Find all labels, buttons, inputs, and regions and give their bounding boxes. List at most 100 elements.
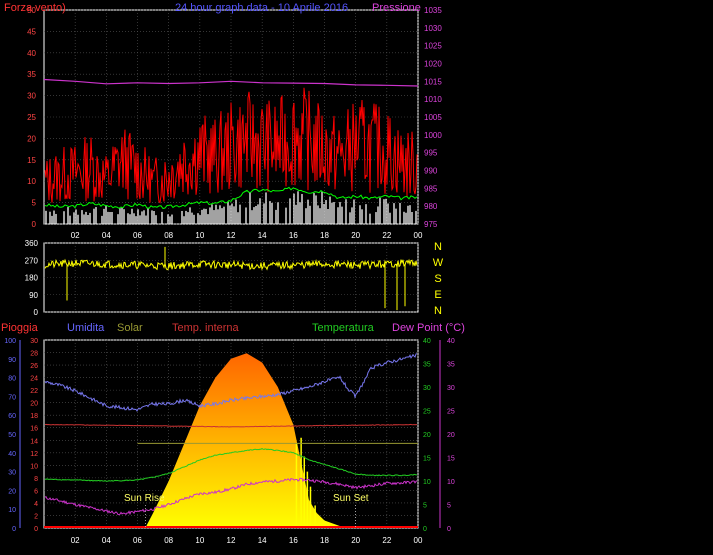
humidity-tick-label: 60 [8, 413, 16, 420]
pressure-tick-label: 975 [424, 220, 438, 229]
wind-tick-label: 35 [27, 70, 36, 79]
rain-tick-label: 22 [30, 388, 38, 395]
rain-tick-label: 18 [30, 413, 38, 420]
time-tick-label: 18 [320, 536, 329, 545]
dew-point-tick-label: 20 [447, 432, 455, 439]
temp-in-label: Temp. interna [172, 322, 240, 334]
rain-tick-label: 20 [30, 401, 38, 408]
dew-point-tick-label: 40 [447, 338, 455, 345]
dew-point-tick-label: 30 [447, 385, 455, 392]
time-tick-label: 16 [289, 536, 298, 545]
rain-label: Pioggia [1, 322, 39, 334]
rain-tick-label: 8 [34, 476, 38, 483]
temperature-tick-label: 10 [423, 479, 431, 486]
sun-set-annotation: Sun Set [333, 493, 369, 504]
rain-tick-label: 2 [34, 513, 38, 520]
compass-label-n: N [434, 241, 442, 253]
compass-label-w: W [433, 257, 444, 269]
compass-label-s: S [434, 273, 441, 285]
direction-tick-label: 360 [25, 239, 39, 248]
rain-tick-label: 4 [34, 501, 38, 508]
humidity-tick-label: 50 [8, 432, 16, 439]
pressure-tick-label: 985 [424, 184, 438, 193]
rain-tick-label: 6 [34, 488, 38, 495]
pressure-tick-label: 1000 [424, 131, 442, 140]
rain-tick-label: 14 [30, 438, 38, 445]
compass-labels: NWSEN [433, 241, 444, 317]
pressure-tick-label: 1025 [424, 42, 442, 51]
time-tick-label: 08 [164, 536, 173, 545]
humidity-tick-label: 70 [8, 394, 16, 401]
humidity-tick-label: 0 [12, 526, 16, 533]
dew-point-tick-label: 0 [447, 526, 451, 533]
pressure-tick-label: 1015 [424, 77, 442, 86]
wind-tick-label: 20 [27, 134, 36, 143]
weather-charts: 0510152025303540455097598098599099510001… [1, 2, 465, 545]
temperature-tick-label: 35 [423, 362, 431, 369]
wind-tick-label: 25 [27, 113, 36, 122]
time-tick-label: 20 [351, 536, 360, 545]
wind-direction-tick-labels: 0 90 180 270 360 [25, 239, 39, 317]
rain-tick-label: 24 [30, 376, 38, 383]
pressure-axis-label: Pressione [372, 2, 421, 14]
pressure-tick-label: 980 [424, 202, 438, 211]
rain-tick-label: 28 [30, 351, 38, 358]
time-tick-label: 06 [133, 536, 142, 545]
time-tick-label: 22 [382, 536, 391, 545]
pressure-tick-label: 1035 [424, 6, 442, 15]
temperature-tick-label: 25 [423, 409, 431, 416]
time-tick-label: 14 [258, 231, 267, 240]
temperature-tick-label: 30 [423, 385, 431, 392]
rain-tick-label: 30 [30, 338, 38, 345]
time-tick-label: 22 [382, 231, 391, 240]
dew-point-tick-label: 10 [447, 479, 455, 486]
time-tick-label: 10 [195, 536, 204, 545]
wind-tick-label: 45 [27, 27, 36, 36]
wind-tick-label: 10 [27, 177, 36, 186]
temperature-tick-label: 20 [423, 432, 431, 439]
time-tick-label: 12 [227, 231, 236, 240]
wind-pressure-panel: 0510152025303540455097598098599099510001… [4, 2, 442, 240]
chart-title: 24 hour graph data - 10 Aprile 2016 [175, 2, 348, 14]
wind-tick-label: 5 [32, 199, 37, 208]
dew-point-label: Dew Point (°C) [392, 322, 465, 334]
wind-tick-label: 15 [27, 156, 36, 165]
weather-panel: 0246810121416182022242628300102030405060… [1, 322, 465, 545]
temperature-tick-label: 5 [423, 503, 427, 510]
humidity-tick-label: 10 [8, 507, 16, 514]
rain-tick-label: 10 [30, 463, 38, 470]
wind-tick-label: 30 [27, 92, 36, 101]
humidity-tick-label: 80 [8, 376, 16, 383]
temperature-tick-label: 0 [423, 526, 427, 533]
time-tick-label: 00 [414, 536, 423, 545]
wind-direction-panel: 090180270360 NWSEN [25, 239, 444, 317]
humidity-tick-label: 30 [8, 470, 16, 477]
rain-tick-label: 12 [30, 451, 38, 458]
pressure-tick-label: 995 [424, 149, 438, 158]
direction-tick-label: 270 [25, 256, 39, 265]
wind-tick-label: 40 [27, 49, 36, 58]
direction-tick-label: 180 [25, 274, 39, 283]
sun-rise-annotation: Sun Rise [124, 493, 165, 504]
time-tick-label: 02 [71, 231, 80, 240]
pressure-tick-label: 1005 [424, 113, 442, 122]
humidity-tick-label: 100 [4, 338, 16, 345]
direction-tick-label: 0 [34, 308, 39, 317]
time-tick-label: 08 [164, 231, 173, 240]
humidity-tick-label: 20 [8, 488, 16, 495]
humidity-tick-label: 90 [8, 357, 16, 364]
time-tick-label: 04 [102, 231, 111, 240]
time-tick-label: 20 [351, 231, 360, 240]
time-tick-label: 04 [102, 536, 111, 545]
pressure-tick-label: 1010 [424, 95, 442, 104]
solar-label: Solar [117, 322, 143, 334]
compass-label-n: N [434, 305, 442, 317]
dew-point-tick-label: 25 [447, 409, 455, 416]
direction-tick-label: 90 [29, 291, 38, 300]
time-tick-label: 12 [227, 536, 236, 545]
compass-label-e: E [434, 289, 441, 301]
humidity-label: Umidita [67, 322, 105, 334]
dew-point-tick-label: 5 [447, 503, 451, 510]
pressure-tick-label: 1030 [424, 24, 442, 33]
rain-tick-label: 26 [30, 363, 38, 370]
